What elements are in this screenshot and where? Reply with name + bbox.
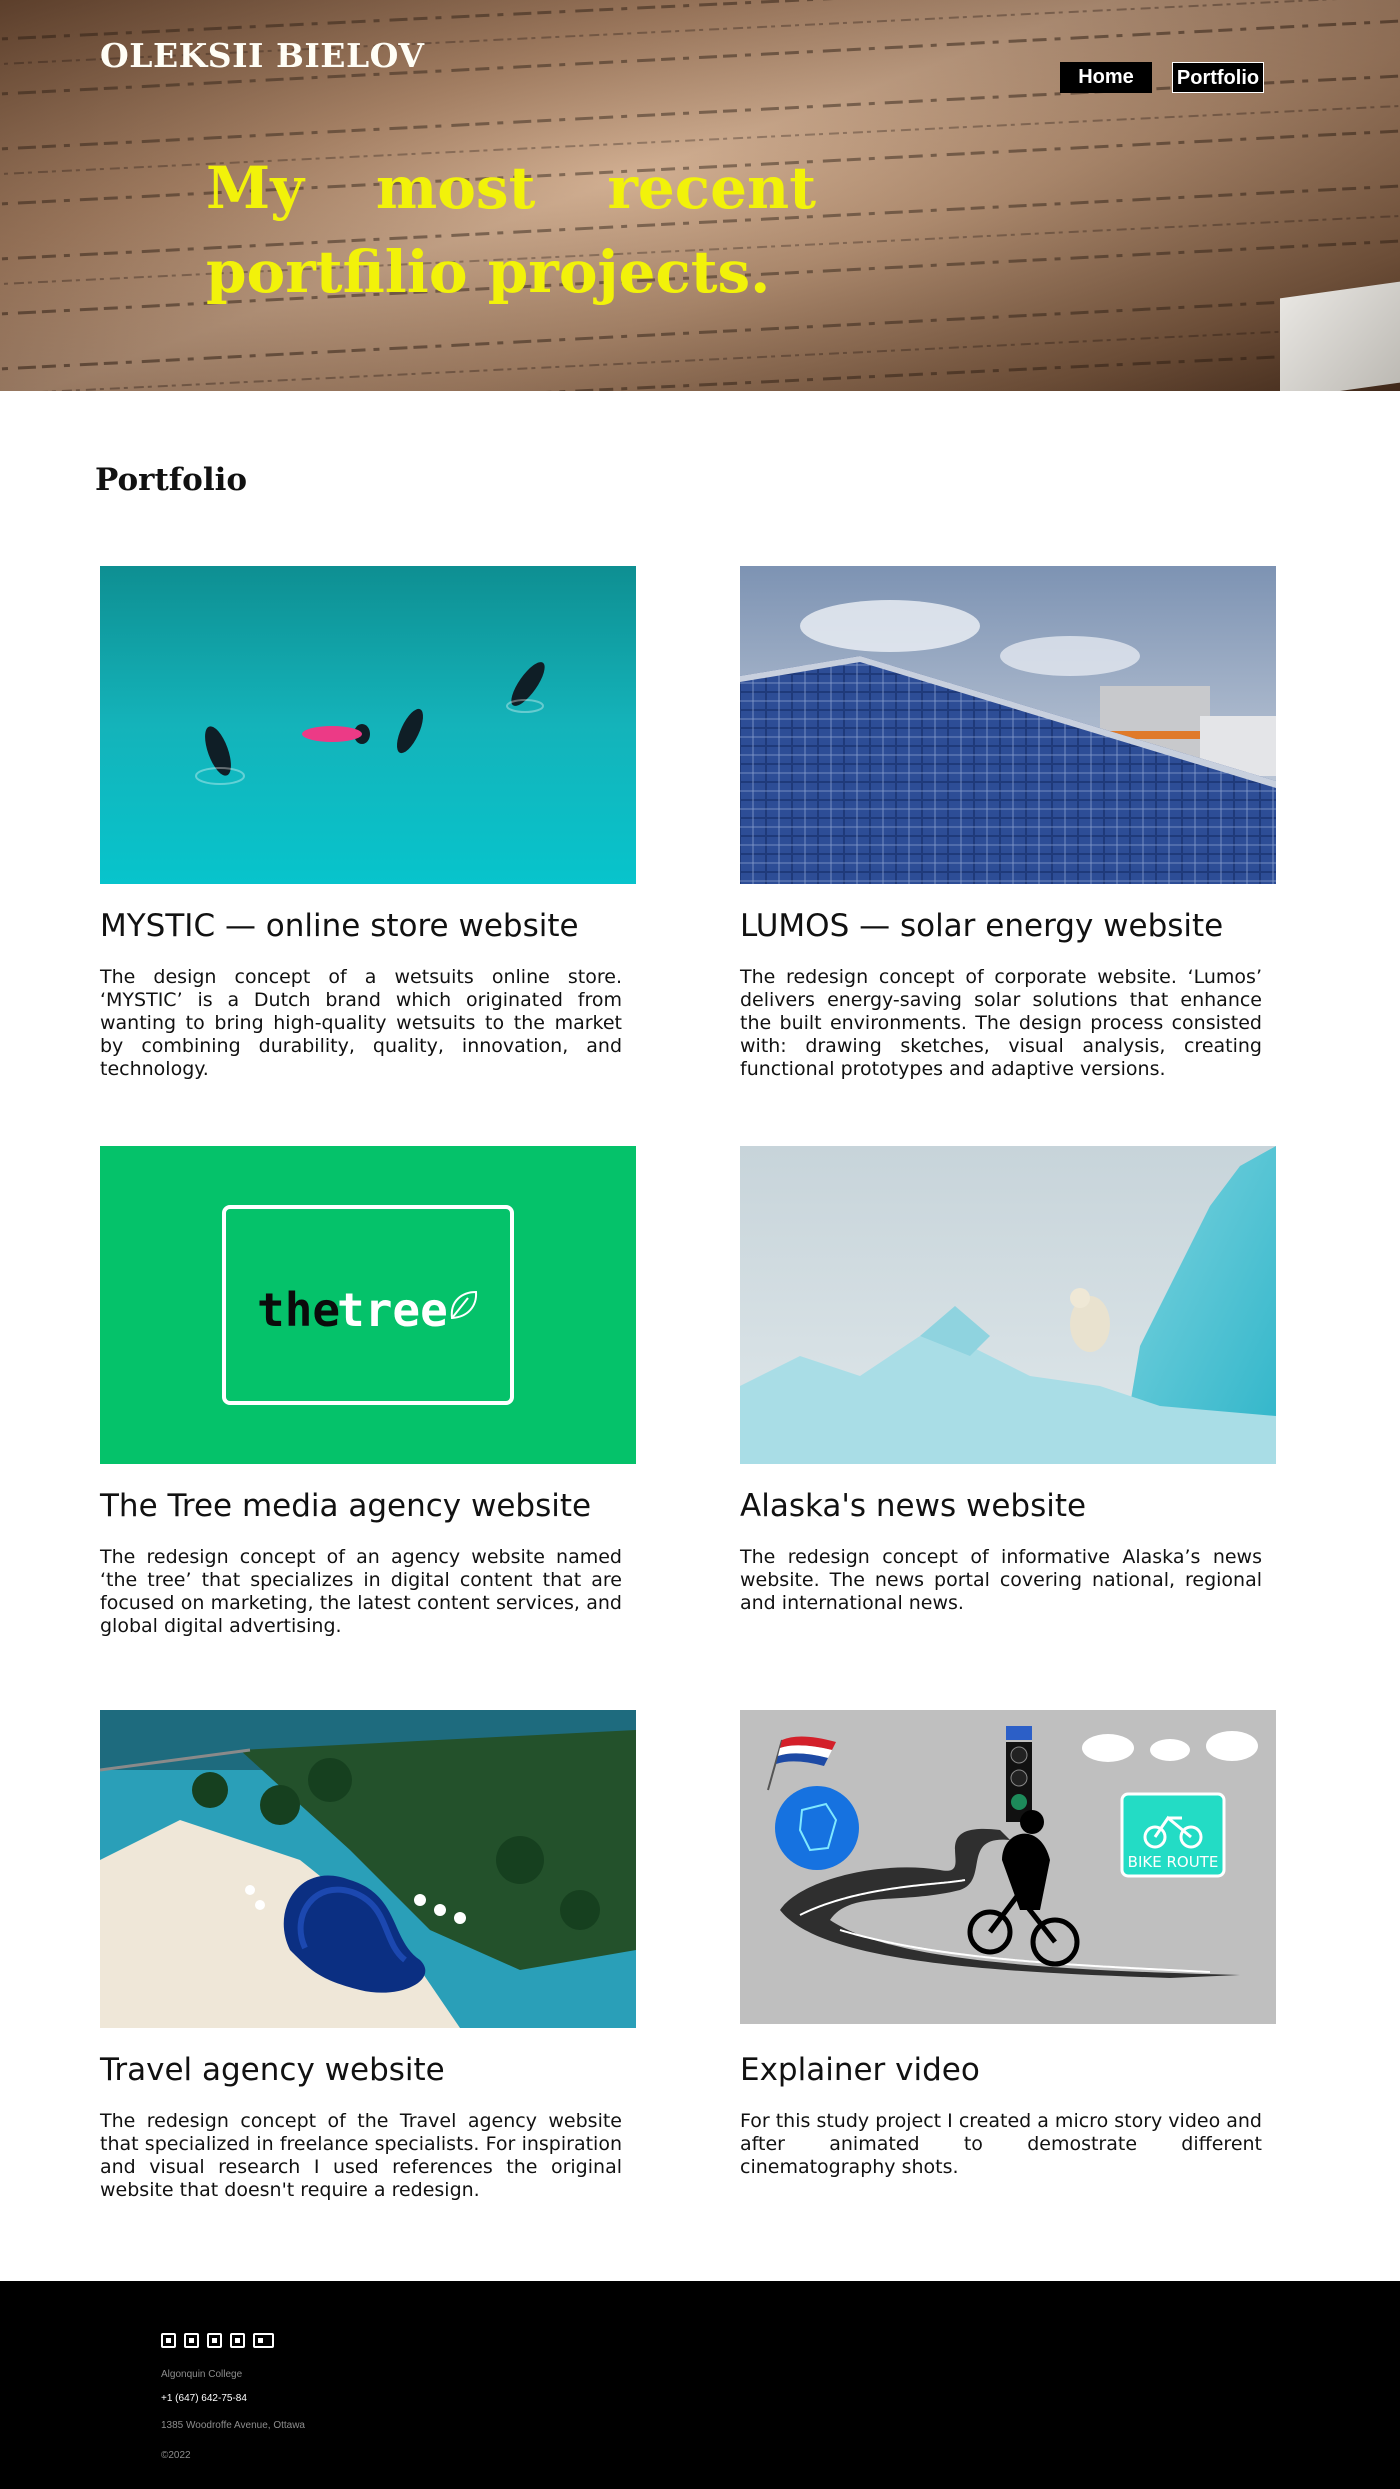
travel-thumbnail[interactable]: [100, 1710, 636, 2028]
tree-logo-the: the: [257, 1283, 340, 1337]
youtube-icon[interactable]: [184, 2333, 199, 2348]
mystic-thumbnail[interactable]: [100, 566, 636, 884]
portfolio-card-the-tree[interactable]: the tree The Tree media agency website T…: [100, 1146, 636, 1638]
social-links: [161, 2333, 274, 2348]
card-title[interactable]: MYSTIC — online store website: [100, 906, 636, 946]
explainer-thumbnail[interactable]: BIKE ROUTE: [740, 1710, 1276, 2028]
card-description: The redesign concept of an agency websit…: [100, 1546, 622, 1637]
nav-home-link[interactable]: Home: [1060, 62, 1152, 93]
alaska-thumbnail[interactable]: [740, 1146, 1276, 1464]
portfolio-card-alaska[interactable]: Alaska's news website The redesign conce…: [740, 1146, 1276, 1615]
nav-portfolio-link[interactable]: Portfolio: [1172, 62, 1264, 93]
card-description: The redesign concept of corporate websit…: [740, 966, 1262, 1080]
google-plus-icon[interactable]: [253, 2333, 274, 2348]
map-icon: [775, 1786, 859, 1870]
svg-text:BIKE ROUTE: BIKE ROUTE: [1128, 1853, 1219, 1871]
portfolio-card-explainer-video[interactable]: BIKE ROUTE Explainer video For this stud…: [740, 1710, 1276, 2179]
main-nav: Home Portfolio: [1060, 62, 1264, 93]
card-title[interactable]: The Tree media agency website: [100, 1486, 636, 1526]
tree-logo-tree: tree: [337, 1283, 448, 1337]
card-description: The design concept of a wetsuits online …: [100, 966, 622, 1080]
card-title[interactable]: Explainer video: [740, 2050, 1276, 2090]
portfolio-card-mystic[interactable]: MYSTIC — online store website The design…: [100, 566, 636, 1081]
site-brand[interactable]: OLEKSII BIELOV: [100, 36, 424, 75]
footer-address: 1385 Woodroffe Avenue, Ottawa: [161, 2420, 305, 2431]
hero-banner: OLEKSII BIELOV Home Portfolio My most re…: [0, 0, 1400, 391]
card-description: The redesign concept of informative Alas…: [740, 1546, 1262, 1614]
portfolio-card-travel[interactable]: Travel agency website The redesign conce…: [100, 1710, 636, 2202]
twitter-icon[interactable]: [161, 2333, 176, 2348]
footer-copyright: ©2022: [161, 2450, 191, 2461]
bike-route-sign: BIKE ROUTE: [1120, 1792, 1226, 1878]
card-description: For this study project I created a micro…: [740, 2110, 1262, 2178]
footer-phone[interactable]: +1 (647) 642-75-84: [161, 2393, 247, 2404]
hero-title: My most recent portfilio projects.: [206, 154, 816, 306]
card-title[interactable]: Alaska's news website: [740, 1486, 1276, 1526]
instagram-icon[interactable]: [230, 2333, 245, 2348]
card-description: The redesign concept of the Travel agenc…: [100, 2110, 622, 2201]
portfolio-card-lumos[interactable]: LUMOS — solar energy website The redesig…: [740, 566, 1276, 1081]
card-title[interactable]: LUMOS — solar energy website: [740, 906, 1276, 946]
footer-school: Algonquin College: [161, 2369, 243, 2380]
facebook-icon[interactable]: [207, 2333, 222, 2348]
card-title[interactable]: Travel agency website: [100, 2050, 636, 2090]
site-footer: Algonquin College +1 (647) 642-75-84 138…: [0, 2281, 1400, 2489]
lumos-thumbnail[interactable]: [740, 566, 1276, 884]
paper-corner: [1280, 281, 1400, 391]
tree-thumbnail[interactable]: the tree: [100, 1146, 636, 1464]
portfolio-section-title: Portfolio: [95, 462, 248, 498]
